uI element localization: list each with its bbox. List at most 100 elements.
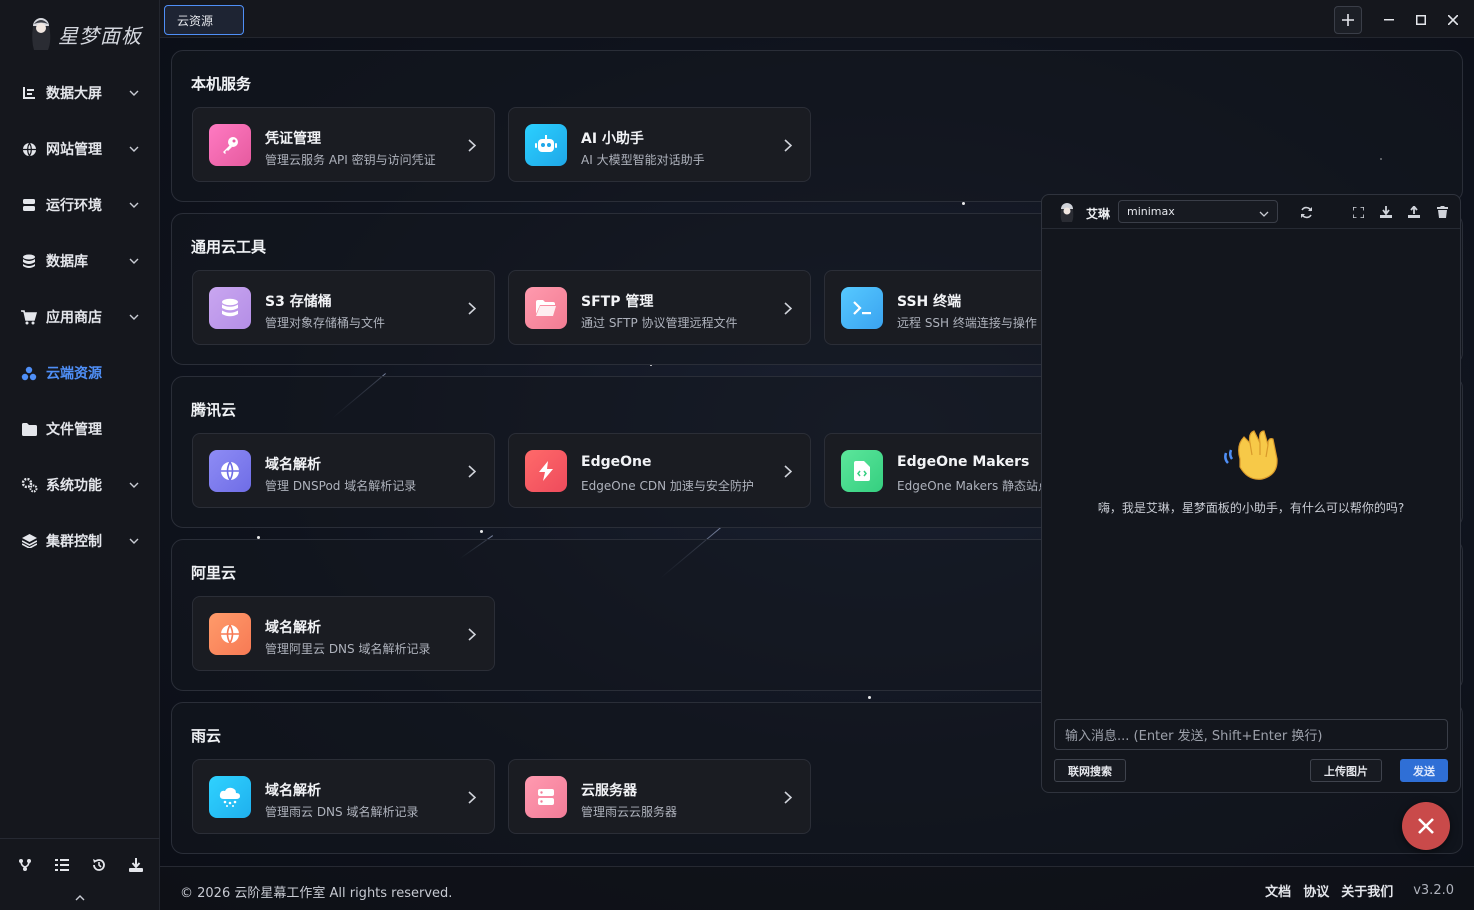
sidebar-item-websites[interactable]: 网站管理: [0, 121, 160, 177]
branch-icon[interactable]: [15, 855, 35, 875]
sidebar-item-database[interactable]: 数据库: [0, 233, 160, 289]
section-title: 腾讯云: [191, 401, 237, 419]
card-sftp[interactable]: SFTP 管理 通过 SFTP 协议管理远程文件: [508, 270, 811, 345]
chevron-right-icon: [782, 789, 794, 805]
folder-icon: [20, 420, 38, 438]
gears-icon: [20, 476, 38, 494]
plus-icon[interactable]: [1334, 6, 1362, 34]
card-ai-assistant[interactable]: AI 小助手 AI 大模型智能对话助手: [508, 107, 811, 182]
footer-link-about[interactable]: 关于我们: [1341, 881, 1393, 900]
upload-image-button[interactable]: 上传图片: [1310, 759, 1382, 782]
ai-chat-panel: 艾琳 minimax 嗨，我是艾琳，星梦面板的小助手，有什么可以帮你的吗? 输入…: [1041, 194, 1461, 793]
history-icon[interactable]: [89, 855, 109, 875]
chevron-right-icon: [782, 300, 794, 316]
card-edgeone[interactable]: EdgeOne EdgeOne CDN 加速与安全防护: [508, 433, 811, 508]
card-title: 凭证管理: [265, 131, 321, 147]
card-tencent-dns[interactable]: 域名解析 管理 DNSPod 域名解析记录: [192, 433, 495, 508]
card-description: 管理 DNSPod 域名解析记录: [265, 479, 417, 493]
assistant-avatar: [1060, 203, 1074, 222]
section-title: 通用云工具: [191, 238, 267, 256]
close-icon: [1418, 818, 1434, 834]
chevron-down-icon: [1259, 207, 1269, 220]
server-icon: [525, 776, 567, 818]
key-icon: [209, 124, 251, 166]
close-chat-button[interactable]: [1402, 802, 1450, 850]
footer-link-docs[interactable]: 文档: [1265, 881, 1291, 900]
card-description: AI 大模型智能对话助手: [581, 153, 705, 167]
cart-icon: [20, 308, 38, 326]
top-bar: 云资源: [160, 0, 1474, 38]
globe-icon: [20, 140, 38, 158]
web-search-button[interactable]: 联网搜索: [1054, 759, 1126, 782]
message-input-placeholder: 输入消息... (Enter 发送, Shift+Enter 换行): [1065, 729, 1323, 744]
card-title: 云服务器: [581, 783, 637, 799]
folder-open-icon: [525, 287, 567, 329]
upload-icon[interactable]: [1400, 204, 1428, 220]
chevron-down-icon: [128, 482, 140, 488]
chat-toolbar: [1292, 204, 1456, 220]
section-title: 雨云: [191, 727, 222, 745]
sidebar-item-cloud-resources[interactable]: 云端资源: [0, 345, 160, 401]
cloud-rain-icon: [209, 776, 251, 818]
page-footer: © 2026 云阶星幕工作室 All rights reserved. 文档 协…: [160, 866, 1474, 910]
sidebar-item-files[interactable]: 文件管理: [0, 401, 160, 457]
card-title: EdgeOne Makers: [897, 454, 1030, 470]
sidebar-footer: [0, 838, 160, 890]
star: [868, 696, 871, 699]
send-button[interactable]: 发送: [1400, 759, 1448, 782]
sidebar-item-label: 云端资源: [46, 366, 102, 382]
sidebar-item-runtime[interactable]: 运行环境: [0, 177, 160, 233]
sidebar-item-cluster[interactable]: 集群控制: [0, 513, 160, 569]
sidebar-item-label: 数据大屏: [46, 86, 102, 102]
card-aliyun-dns[interactable]: 域名解析 管理阿里云 DNS 域名解析记录: [192, 596, 495, 671]
close-icon[interactable]: [1440, 7, 1466, 33]
chevron-down-icon: [128, 146, 140, 152]
fullscreen-icon[interactable]: [1344, 204, 1372, 220]
card-description: EdgeOne CDN 加速与安全防护: [581, 479, 754, 493]
minimize-icon[interactable]: [1376, 7, 1402, 33]
card-description: 管理雨云 DNS 域名解析记录: [265, 805, 419, 819]
tab-cloud-resources[interactable]: 云资源: [164, 5, 244, 35]
app-logo[interactable]: 星梦面板: [28, 12, 142, 56]
sidebar-item-dashboard[interactable]: 数据大屏: [0, 65, 160, 121]
model-select[interactable]: minimax: [1118, 200, 1278, 223]
card-title: 域名解析: [265, 783, 321, 799]
globe-icon: [209, 613, 251, 655]
trash-icon[interactable]: [1428, 204, 1456, 220]
window-controls: [1334, 5, 1466, 35]
card-description: 管理阿里云 DNS 域名解析记录: [265, 642, 431, 656]
card-rainyun-dns[interactable]: 域名解析 管理雨云 DNS 域名解析记录: [192, 759, 495, 834]
download-icon[interactable]: [126, 855, 146, 875]
chevron-right-icon: [466, 789, 478, 805]
sidebar-item-label: 网站管理: [46, 142, 102, 158]
chevron-right-icon: [782, 137, 794, 153]
star: [962, 202, 965, 205]
chart-icon: [20, 84, 38, 102]
download-icon[interactable]: [1372, 204, 1400, 220]
footer-link-agreement[interactable]: 协议: [1303, 881, 1329, 900]
sidebar-item-app-store[interactable]: 应用商店: [0, 289, 160, 345]
sidebar: 星梦面板 数据大屏 网站管理 运行环境 数据库 应用商店 云端资源 文件管理 系…: [0, 0, 160, 910]
card-title: 域名解析: [265, 457, 321, 473]
card-rainyun-server[interactable]: 云服务器 管理雨云云服务器: [508, 759, 811, 834]
card-s3-storage[interactable]: S3 存储桶 管理对象存储桶与文件: [192, 270, 495, 345]
message-input[interactable]: 输入消息... (Enter 发送, Shift+Enter 换行): [1054, 719, 1448, 750]
list-icon[interactable]: [52, 855, 72, 875]
chat-header: 艾琳 minimax: [1042, 195, 1460, 229]
sidebar-item-label: 系统功能: [46, 478, 102, 494]
sidebar-item-system[interactable]: 系统功能: [0, 457, 160, 513]
card-description: 管理雨云云服务器: [581, 805, 678, 819]
logo-text: 星梦面板: [58, 23, 142, 48]
chevron-down-icon: [128, 258, 140, 264]
chevron-up-icon[interactable]: [70, 890, 90, 906]
waving-hand-icon: [1224, 430, 1278, 480]
layers-icon: [20, 532, 38, 550]
chevron-right-icon: [782, 463, 794, 479]
chevron-down-icon: [128, 202, 140, 208]
card-credentials[interactable]: 凭证管理 管理云服务 API 密钥与访问凭证: [192, 107, 495, 182]
maximize-icon[interactable]: [1408, 7, 1434, 33]
refresh-icon[interactable]: [1292, 204, 1320, 220]
code-file-icon: [841, 450, 883, 492]
card-title: SFTP 管理: [581, 294, 654, 310]
